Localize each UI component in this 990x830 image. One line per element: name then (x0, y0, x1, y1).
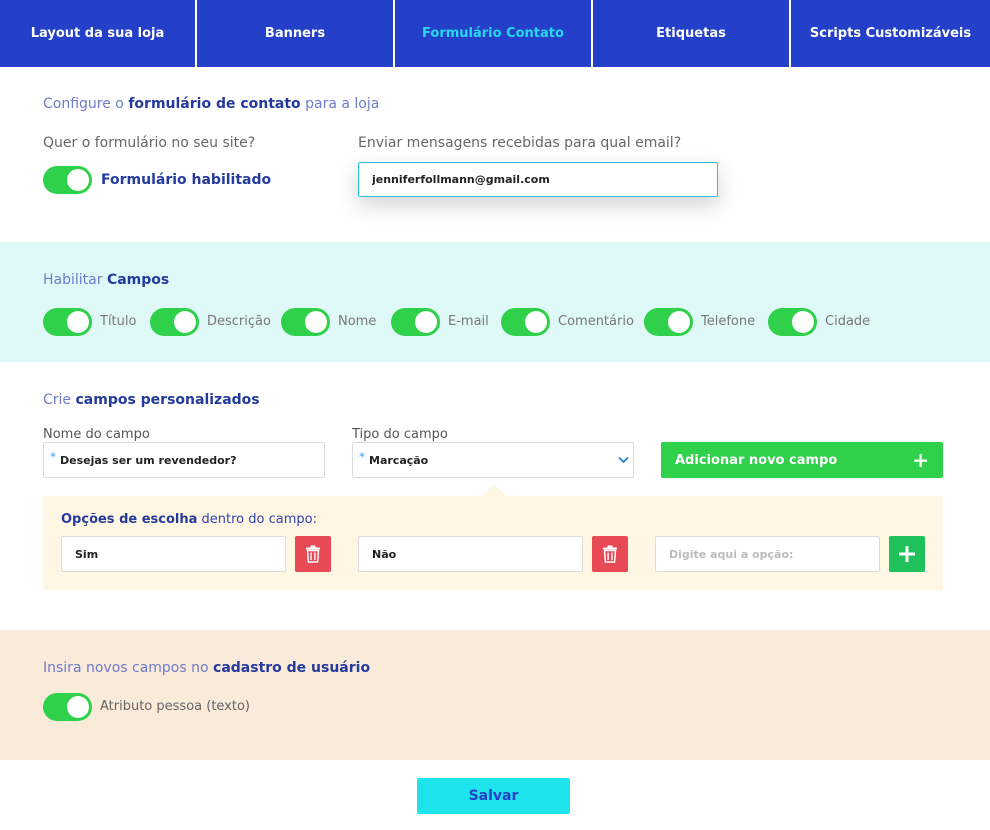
tab-banners[interactable]: Banners (197, 0, 395, 67)
email-question: Enviar mensagens recebidas para qual ema… (358, 135, 682, 151)
toggle-label-nome: Nome (338, 314, 377, 329)
required-star-icon: * (359, 450, 365, 464)
add-field-button[interactable]: Adicionar novo campo + (661, 442, 943, 478)
tab-labels[interactable]: Etiquetas (593, 0, 791, 67)
toggle-label-email: E-mail (448, 314, 489, 329)
person-attribute-label: Atributo pessoa (texto) (100, 699, 250, 714)
option-input-2[interactable] (358, 536, 583, 572)
form-question: Quer o formulário no seu site? (43, 135, 256, 151)
toggle-cidade[interactable] (768, 308, 817, 336)
toggle-telefone[interactable] (644, 308, 693, 336)
form-enabled-label: Formulário habilitado (101, 172, 272, 188)
toggle-label-descricao: Descrição (207, 314, 271, 329)
chevron-down-icon (618, 456, 629, 464)
toggle-descricao[interactable] (150, 308, 199, 336)
toggle-comentario[interactable] (501, 308, 550, 336)
toggle-email[interactable] (391, 308, 440, 336)
fields-section (0, 242, 990, 362)
new-option-input[interactable] (655, 536, 880, 572)
plus-icon: + (912, 448, 929, 472)
plus-icon (899, 546, 915, 562)
required-star-icon: * (50, 450, 56, 464)
tab-bar: Layout da sua loja Banners Formulário Co… (0, 0, 990, 67)
email-input[interactable] (358, 162, 718, 197)
field-name-label: Nome do campo (43, 427, 150, 442)
field-type-label: Tipo do campo (352, 427, 448, 442)
custom-title: Crie campos personalizados (43, 392, 260, 408)
signup-section (0, 630, 990, 760)
field-name-value: Desejas ser um revendedor? (60, 453, 237, 467)
add-field-button-label: Adicionar novo campo (675, 452, 838, 468)
toggle-nome[interactable] (281, 308, 330, 336)
field-name-input[interactable]: * Desejas ser um revendedor? (43, 442, 325, 478)
delete-option-1-button[interactable] (295, 536, 331, 572)
tab-custom-scripts[interactable]: Scripts Customizáveis (791, 0, 990, 67)
signup-title: Insira novos campos no cadastro de usuár… (43, 660, 371, 676)
toggle-label-telefone: Telefone (701, 314, 756, 329)
options-title: Opções de escolha dentro do campo: (61, 512, 317, 527)
toggle-label-comentario: Comentário (558, 314, 634, 329)
option-input-1[interactable] (61, 536, 286, 572)
config-title: Configure o formulário de contato para a… (43, 96, 380, 112)
person-attribute-toggle[interactable] (43, 693, 92, 721)
trash-icon (306, 545, 320, 563)
form-enabled-toggle[interactable] (43, 166, 92, 194)
toggle-label-titulo: Título (100, 314, 137, 329)
save-button[interactable]: Salvar (417, 778, 570, 814)
delete-option-2-button[interactable] (592, 536, 628, 572)
add-option-button[interactable] (889, 536, 925, 572)
tab-contact-form[interactable]: Formulário Contato (395, 0, 593, 67)
tab-layout[interactable]: Layout da sua loja (0, 0, 197, 67)
fields-title: Habilitar Campos (43, 272, 170, 288)
options-pointer (482, 484, 506, 496)
trash-icon (603, 545, 617, 563)
field-type-select[interactable]: * Marcação (352, 442, 634, 478)
toggle-label-cidade: Cidade (825, 314, 871, 329)
field-type-value: Marcação (369, 453, 429, 467)
toggle-titulo[interactable] (43, 308, 92, 336)
